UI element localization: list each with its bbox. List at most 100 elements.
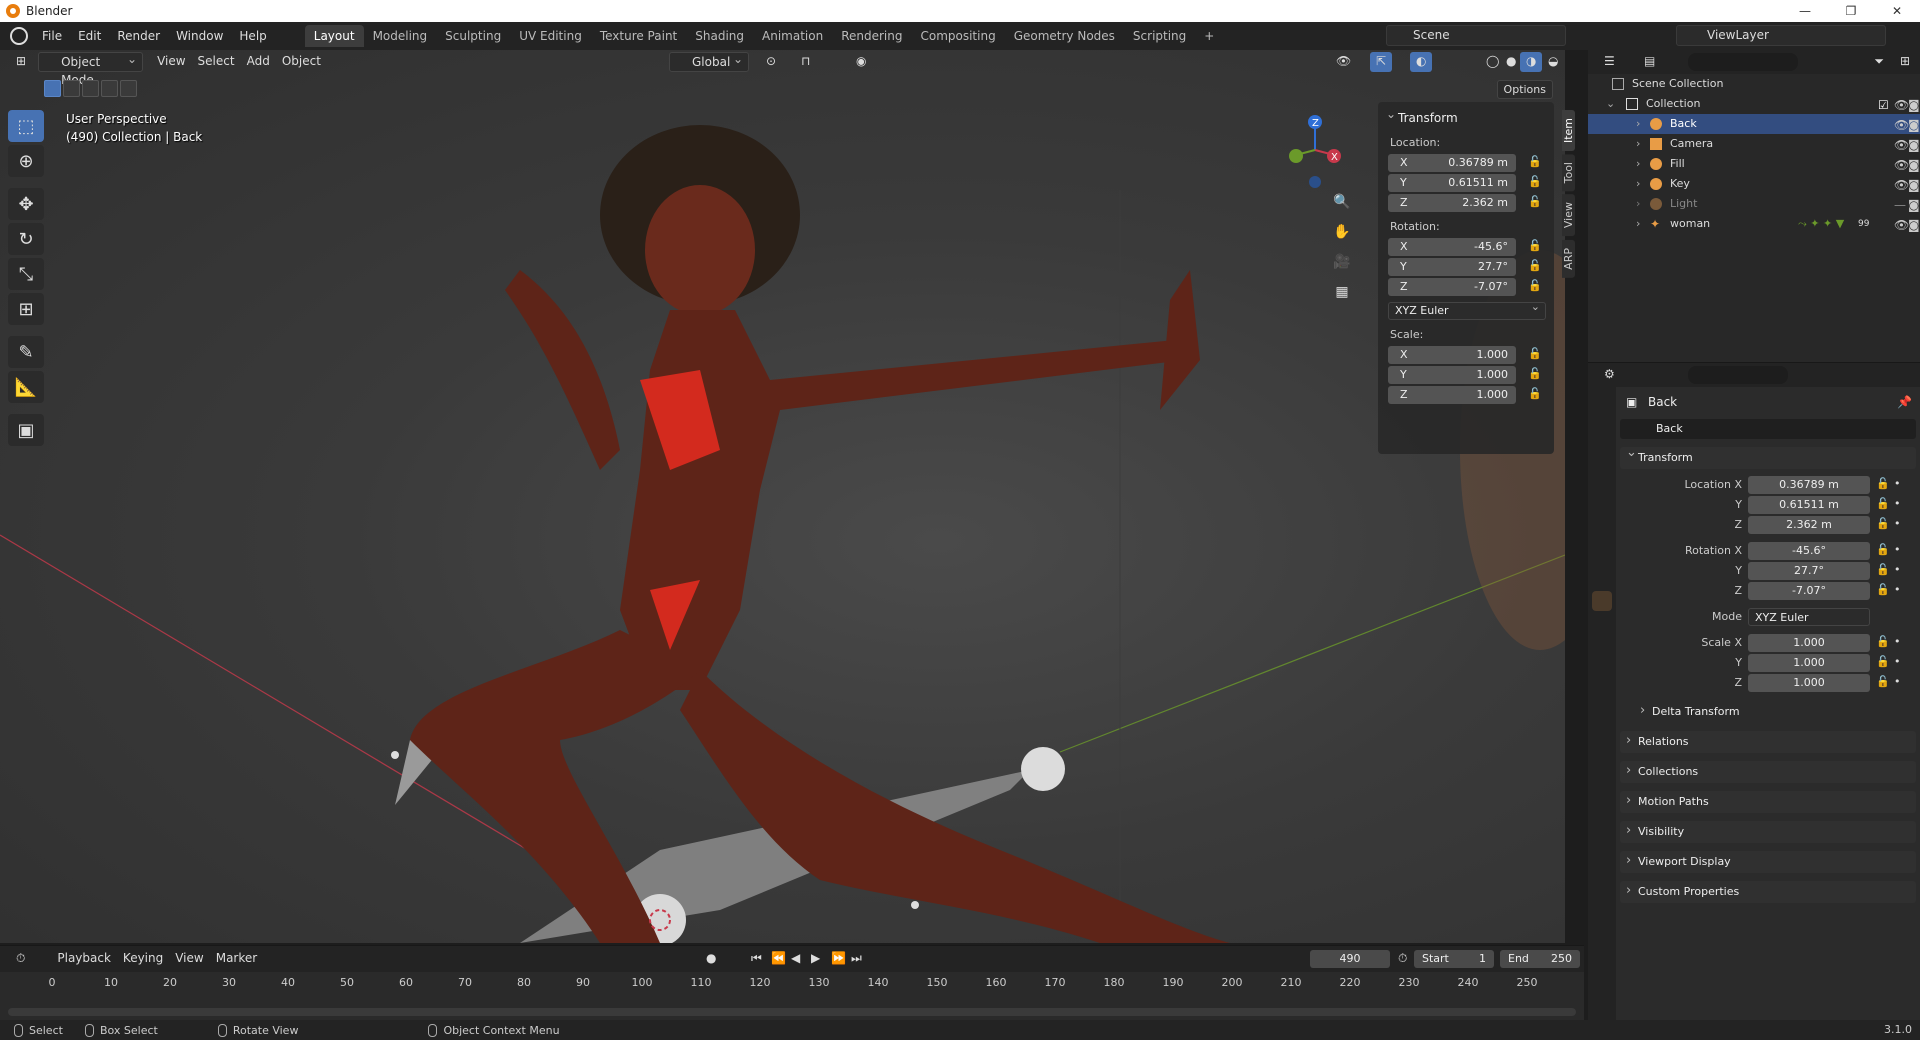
prop-rotation-mode-dropdown[interactable]: XYZ Euler (1748, 608, 1870, 626)
outliner-item-key[interactable]: › Key 👁 ◙ (1588, 174, 1920, 194)
snap-icon[interactable]: ⊓ (795, 52, 816, 72)
prop-location-x[interactable]: 0.36789 m (1748, 476, 1870, 494)
outliner-search-input[interactable] (1688, 53, 1798, 71)
menu-view[interactable]: View (151, 52, 191, 72)
prop-scale-y[interactable]: 1.000 (1748, 654, 1870, 672)
viewport-display-section[interactable]: Viewport Display (1620, 850, 1916, 873)
filter-icon[interactable]: ⏷ (1868, 52, 1890, 72)
menu-window[interactable]: Window (168, 22, 231, 50)
view-layer-tab-icon[interactable] (1592, 479, 1612, 499)
transform-panel-title[interactable]: Transform (1386, 104, 1546, 128)
relations-section[interactable]: Relations (1620, 730, 1916, 753)
tab-item[interactable]: Item (1562, 110, 1575, 152)
visibility-section[interactable]: Visibility (1620, 820, 1916, 843)
select-box-tool-icon[interactable]: ⬚ (8, 110, 44, 142)
menu-keying[interactable]: Keying (117, 949, 169, 969)
blender-menu-icon[interactable] (10, 27, 28, 45)
start-frame-field[interactable]: Start 1 (1414, 950, 1494, 968)
zoom-icon[interactable]: 🔍 (1330, 190, 1354, 214)
play-icon[interactable]: ▶ (805, 949, 826, 969)
render-tab-icon[interactable] (1592, 423, 1612, 443)
3d-viewport[interactable]: ⊞ Object Mode View Select Add Object Glo… (0, 50, 1565, 943)
add-cube-tool-icon[interactable]: ▣ (8, 414, 44, 446)
minimize-button[interactable]: — (1782, 0, 1828, 22)
prop-location-y[interactable]: 0.61511 m (1748, 496, 1870, 514)
physics-tab-icon[interactable] (1592, 619, 1612, 639)
tab-sculpting[interactable]: Sculpting (436, 25, 510, 47)
outliner-item-camera[interactable]: › Camera 👁 ◙ (1588, 134, 1920, 154)
custom-properties-section[interactable]: Custom Properties (1620, 880, 1916, 903)
tab-arp[interactable]: ARP (1562, 239, 1575, 278)
camera-view-icon[interactable]: 🎥 (1330, 250, 1354, 274)
end-frame-field[interactable]: End 250 (1500, 950, 1580, 968)
menu-file[interactable]: File (34, 22, 70, 50)
record-icon[interactable]: ● (700, 949, 722, 969)
transform-section[interactable]: Transform (1620, 442, 1916, 469)
outliner-item-light[interactable]: › Light — ◙ (1588, 194, 1920, 214)
current-frame-field[interactable]: 490 (1310, 950, 1390, 968)
delta-transform-section[interactable]: Delta Transform (1634, 700, 1916, 723)
tab-compositing[interactable]: Compositing (911, 25, 1004, 47)
tab-modeling[interactable]: Modeling (364, 25, 437, 47)
scale-x-field[interactable]: X 1.000 🔓 (1388, 346, 1542, 364)
tab-layout[interactable]: Layout (304, 25, 364, 47)
outliner-editor-type-icon[interactable]: ☰ (1598, 52, 1621, 72)
outliner-item-woman[interactable]: › ✦ woman ⤳ ✦ ✦ ▼ 99 👁 ◙ (1588, 214, 1920, 234)
collection-row[interactable]: ⌄ Collection ☑ 👁 ◙ (1588, 94, 1920, 114)
collections-section[interactable]: Collections (1620, 760, 1916, 783)
tab-scripting[interactable]: Scripting (1124, 25, 1195, 47)
rotation-x-field[interactable]: X -45.6° 🔓 (1388, 238, 1542, 256)
select-extend-icon[interactable] (63, 80, 80, 97)
tab-tool[interactable]: Tool (1562, 154, 1575, 192)
location-z-field[interactable]: Z 2.362 m 🔓 (1388, 194, 1542, 212)
material-shading-icon[interactable]: ◑ (1520, 52, 1543, 72)
menu-timeline-view[interactable]: View (169, 949, 209, 969)
constraints-tab-icon[interactable] (1592, 647, 1612, 667)
tool-tab-icon[interactable] (1592, 395, 1612, 415)
tab-uv-editing[interactable]: UV Editing (510, 25, 591, 47)
tab-geometry-nodes[interactable]: Geometry Nodes (1005, 25, 1124, 47)
texture-tab-icon[interactable] (1592, 703, 1612, 723)
cursor-tool-icon[interactable]: ⊕ (8, 145, 44, 177)
tab-rendering[interactable]: Rendering (832, 25, 911, 47)
menu-select[interactable]: Select (192, 52, 241, 72)
menu-object[interactable]: Object (276, 52, 327, 72)
menu-edit[interactable]: Edit (70, 22, 109, 50)
jump-end-icon[interactable]: ⏭ (845, 949, 868, 969)
scale-y-field[interactable]: Y 1.000 🔓 (1388, 366, 1542, 384)
menu-playback[interactable]: Playback (51, 949, 117, 969)
scene-tab-icon[interactable] (1592, 507, 1612, 527)
editor-type-icon[interactable]: ⊞ (10, 52, 32, 72)
move-tool-icon[interactable]: ✥ (8, 188, 44, 220)
close-button[interactable]: ✕ (1874, 0, 1920, 22)
pivot-icon[interactable]: ⊙ (760, 52, 782, 72)
outliner-item-back[interactable]: › Back 👁 ◙ (1588, 114, 1920, 134)
pan-hand-icon[interactable]: ✋ (1330, 220, 1354, 244)
menu-marker[interactable]: Marker (210, 949, 263, 969)
location-x-field[interactable]: X 0.36789 m 🔓 (1388, 154, 1542, 172)
menu-render[interactable]: Render (109, 22, 168, 50)
rotation-y-field[interactable]: Y 27.7° 🔓 (1388, 258, 1542, 276)
overlay-toggle-icon[interactable]: ◐ (1410, 52, 1433, 72)
select-subtract-icon[interactable] (82, 80, 99, 97)
gizmo-toggle-icon[interactable]: ⇱ (1370, 52, 1393, 72)
clock-icon[interactable]: ⏱ (1392, 949, 1413, 969)
timeline-editor-type-icon[interactable]: ⏱ (10, 949, 31, 969)
prop-location-z[interactable]: 2.362 m (1748, 516, 1870, 534)
ortho-grid-icon[interactable]: ▦ (1330, 280, 1354, 304)
select-invert-icon[interactable] (101, 80, 118, 97)
outliner-item-fill[interactable]: › Fill 👁 ◙ (1588, 154, 1920, 174)
tab-shading[interactable]: Shading (686, 25, 753, 47)
mode-dropdown[interactable]: Object Mode (38, 50, 144, 87)
navigation-gizmo[interactable]: Z X (1282, 110, 1352, 190)
prop-rotation-z[interactable]: -7.07° (1748, 582, 1870, 600)
location-y-field[interactable]: Y 0.61511 m 🔓 (1388, 174, 1542, 192)
scene-selector[interactable]: Scene (1386, 25, 1566, 46)
scene-collection-row[interactable]: Scene Collection (1588, 74, 1920, 94)
prop-scale-z[interactable]: 1.000 (1748, 674, 1870, 692)
properties-search-input[interactable] (1688, 366, 1788, 384)
rotation-mode-dropdown[interactable]: XYZ Euler (1388, 299, 1546, 320)
play-reverse-icon[interactable]: ◀ (785, 949, 806, 969)
properties-editor-type-icon[interactable]: ⚙ (1598, 365, 1621, 385)
new-collection-icon[interactable]: ⊞ (1894, 52, 1916, 72)
